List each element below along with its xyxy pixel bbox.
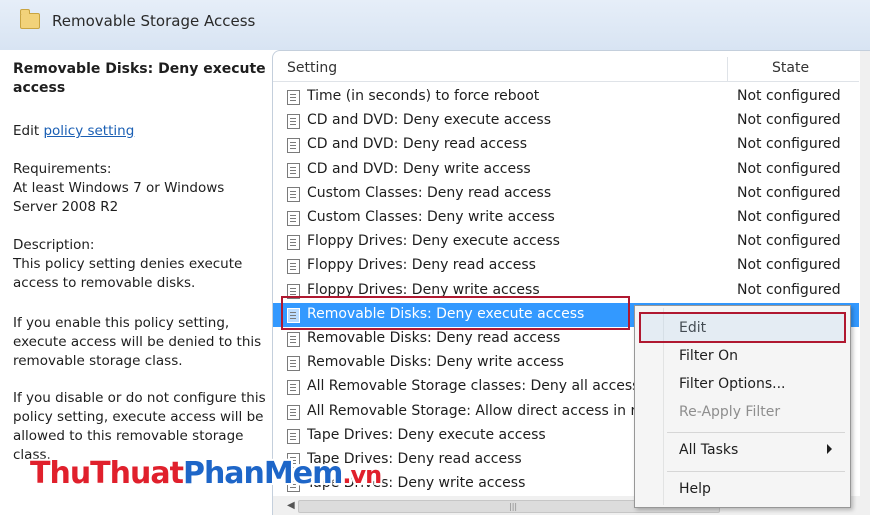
setting-name: Floppy Drives: Deny read access — [307, 257, 536, 274]
table-row[interactable]: Time (in seconds) to force reboot Not con… — [273, 85, 859, 109]
menu-item-filter-options[interactable]: Filter Options... — [679, 376, 786, 392]
setting-name: CD and DVD: Deny read access — [307, 136, 528, 153]
disable-paragraph: If you disable or do not configure this … — [13, 390, 266, 463]
enable-paragraph: If you enable this policy setting, execu… — [13, 315, 262, 369]
menu-separator — [667, 471, 845, 472]
window-title: Removable Storage Access — [52, 12, 256, 30]
description-text: Description: This policy setting denies … — [13, 237, 243, 291]
column-setting[interactable]: Setting — [287, 60, 337, 76]
setting-state: Not configured — [737, 160, 841, 177]
setting-state: Not configured — [737, 257, 841, 274]
setting-name: All Removable Storage classes: Deny all … — [307, 378, 637, 395]
policy-setting-icon — [287, 428, 300, 444]
edit-policy-line: Edit policy setting — [13, 122, 268, 141]
menu-item-all-tasks[interactable]: All Tasks — [679, 442, 738, 458]
setting-state: Not configured — [737, 233, 841, 250]
grip-icon: ||| — [509, 502, 518, 511]
column-state[interactable]: State — [772, 60, 809, 76]
setting-state: Not configured — [737, 209, 841, 225]
setting-name: Floppy Drives: Deny execute access — [307, 233, 560, 250]
policy-setting-link[interactable]: policy setting — [43, 123, 134, 139]
policy-setting-icon — [287, 211, 300, 226]
setting-state: Not configured — [737, 112, 841, 129]
table-row[interactable]: Custom Classes: Deny write access Not con… — [273, 206, 859, 230]
watermark-part-3: .vn — [342, 461, 382, 489]
menu-item-help[interactable]: Help — [679, 481, 711, 497]
policy-setting-icon — [287, 404, 300, 420]
watermark-part-2: PhanMem — [182, 456, 343, 491]
setting-name: Custom Classes: Deny write access — [307, 209, 555, 225]
menu-item-filter-on[interactable]: Filter On — [679, 348, 738, 364]
policy-title: Removable Disks: Deny execute access — [13, 61, 266, 96]
policy-setting-icon — [287, 259, 300, 275]
setting-name: Removable Disks: Deny read access — [307, 330, 561, 346]
setting-name: All Removable Storage: Allow direct acce… — [307, 402, 637, 419]
setting-state: Not configured — [737, 136, 841, 153]
table-row[interactable]: CD and DVD: Deny execute access Not confi… — [273, 109, 859, 133]
setting-state: Not configured — [737, 184, 841, 201]
setting-state: Not configured — [737, 281, 841, 298]
table-row[interactable]: CD and DVD: Deny write access Not configu… — [273, 158, 859, 182]
table-row[interactable]: Custom Classes: Deny read access Not conf… — [273, 182, 859, 206]
menu-item-reapply-filter: Re-Apply Filter — [679, 404, 781, 420]
policy-setting-icon — [287, 356, 300, 372]
menu-separator — [667, 432, 845, 433]
watermark-logo: ThuThuatPhanMem.vn — [30, 456, 382, 491]
policy-setting-icon — [287, 380, 300, 396]
policy-setting-icon — [287, 235, 300, 251]
edit-prefix: Edit — [13, 123, 44, 139]
folder-icon — [20, 9, 40, 29]
extended-description-pane: Removable Disks: Deny execute access Edi… — [0, 50, 270, 514]
policy-setting-icon — [287, 114, 300, 130]
setting-name: Time (in seconds) to force reboot — [307, 88, 540, 104]
row-highlight-annotation — [281, 296, 630, 330]
setting-name: CD and DVD: Deny write access — [307, 160, 531, 177]
policy-setting-icon — [287, 162, 300, 178]
policy-setting-icon — [287, 186, 300, 202]
submenu-arrow-icon — [827, 444, 832, 454]
setting-name: CD and DVD: Deny execute access — [307, 112, 551, 129]
table-row[interactable]: Floppy Drives: Deny read access Not confi… — [273, 254, 859, 278]
table-row[interactable]: CD and DVD: Deny read access Not configur… — [273, 133, 859, 157]
watermark-part-1: ThuThuat — [30, 456, 184, 491]
scroll-left-icon[interactable]: ◀ — [287, 500, 295, 511]
vertical-scrollbar[interactable] — [860, 51, 870, 515]
edit-highlight-annotation — [639, 312, 846, 343]
column-state-cell[interactable]: State — [727, 57, 848, 81]
setting-name: Custom Classes: Deny read access — [307, 184, 552, 201]
table-row[interactable]: Floppy Drives: Deny execute access Not co… — [273, 230, 859, 254]
setting-state: Not configured — [737, 88, 841, 104]
requirements-text: Requirements: At least Windows 7 or Wind… — [13, 161, 225, 215]
column-header: Setting State — [273, 57, 859, 82]
policy-setting-icon — [287, 332, 300, 347]
policy-setting-icon — [287, 138, 300, 154]
window-header: Removable Storage Access — [0, 0, 870, 50]
setting-name: Removable Disks: Deny write access — [307, 354, 564, 371]
setting-name: Tape Drives: Deny execute access — [307, 426, 546, 443]
policy-setting-icon — [287, 90, 300, 105]
